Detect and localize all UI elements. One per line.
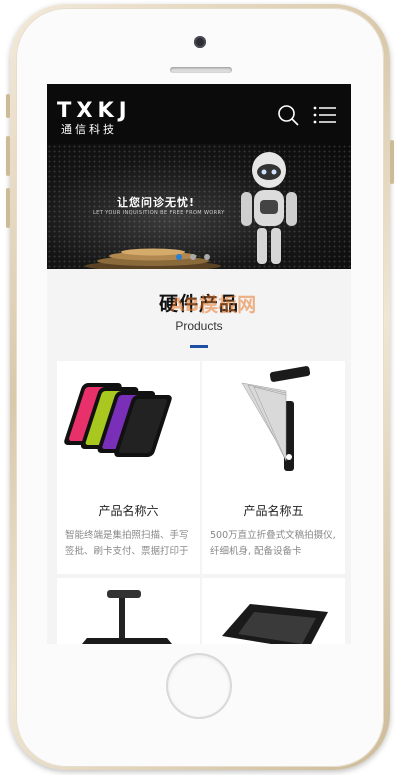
slide-indicator-2[interactable] [190,254,196,260]
power-button [390,140,394,184]
menu-icon[interactable] [313,106,337,124]
slide-indicator-1[interactable] [176,254,182,260]
product-image [241,366,311,471]
search-icon[interactable] [277,104,299,126]
volume-up-button [6,136,10,176]
phone-screen: TXKJ 通信科技 让您问诊无忧! LET YOUR INQUISITION B… [47,84,351,644]
product-image [222,604,328,644]
product-card[interactable] [202,578,345,644]
product-card[interactable] [57,578,200,644]
logo-subtitle: 通信科技 [61,123,117,136]
product-name[interactable]: 产品名称五 [202,502,345,519]
hero-banner[interactable]: 让您问诊无忧! LET YOUR INQUISITION BE FREE FRO… [47,144,351,269]
product-grid: 产品名称六 智能终端是集拍照扫描、手写签批、刷卡支付、票据打印于 产品名称五 5… [47,359,351,644]
section-subtitle: Products [175,319,223,333]
product-card[interactable]: 产品名称五 500万直立折叠式文稿拍摄仪, 纤细机身, 配备设备卡 [202,361,345,574]
product-card[interactable]: 产品名称六 智能终端是集拍照扫描、手写签批、刷卡支付、票据打印于 [57,361,200,574]
robot-illustration [241,152,297,264]
earpiece-speaker [170,67,232,73]
logo-text[interactable]: TXKJ [57,98,132,122]
volume-down-button [6,188,10,228]
slide-indicator-3[interactable] [204,254,210,260]
product-image [82,590,172,644]
banner-title: 让您问诊无忧! [117,196,196,209]
mute-switch [6,94,10,118]
site-header: TXKJ 通信科技 [47,84,351,144]
front-camera [194,36,206,48]
product-name[interactable]: 产品名称六 [57,502,200,519]
product-description: 智能终端是集拍照扫描、手写签批、刷卡支付、票据打印于 [65,530,189,557]
banner-subtitle: LET YOUR INQUISITION BE FREE FROM WORRY [93,210,225,216]
section-divider [190,345,208,348]
product-description: 500万直立折叠式文稿拍摄仪, 纤细机身, 配备设备卡 [210,530,336,557]
watermark-logo: AB模板网 [170,294,257,316]
home-button[interactable] [168,655,230,717]
product-image [64,383,172,457]
stage-illustration [85,248,221,269]
